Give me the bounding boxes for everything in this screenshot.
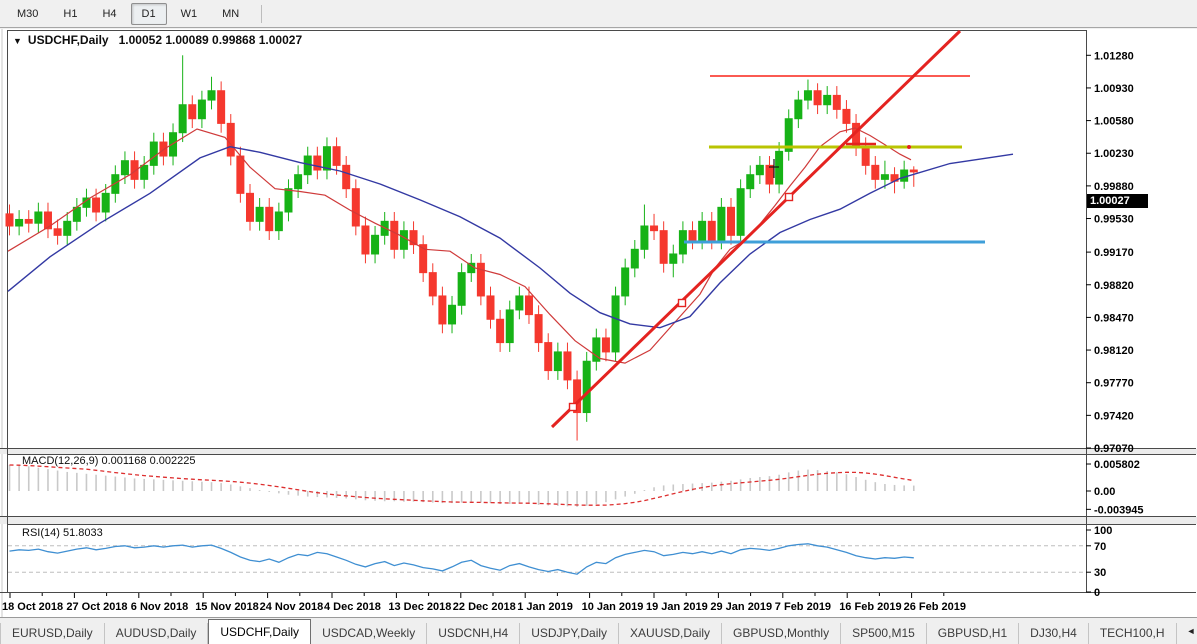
tab-gbpusd-h1[interactable]: GBPUSD,H1 [927,623,1019,644]
rsi-tick-label: 100 [1094,525,1112,537]
price-tick-label: 0.97770 [1094,378,1134,390]
price-tick-label: 0.99170 [1094,247,1134,259]
trendline-handle[interactable] [679,300,686,307]
timeframe-button-mn[interactable]: MN [211,3,250,25]
timeframe-button-h1[interactable]: H1 [52,3,88,25]
red-dot-marker [907,145,911,149]
price-tick-label: 0.98470 [1094,312,1134,324]
date-tick-label: 27 Oct 2018 [66,601,127,613]
trendline-handle[interactable] [570,404,577,411]
date-tick-label: 16 Feb 2019 [839,601,901,613]
price-tick-label: 1.00230 [1094,148,1134,160]
tab-usdcad-weekly[interactable]: USDCAD,Weekly [311,623,427,644]
date-tick-label: 22 Dec 2018 [453,601,516,613]
price-tick-label: 1.00580 [1094,116,1134,128]
date-tick-label: 10 Jan 2019 [582,601,644,613]
price-tick-label: 0.98120 [1094,345,1134,357]
date-tick-label: 26 Feb 2019 [904,601,966,613]
tab-gbpusd-monthly[interactable]: GBPUSD,Monthly [722,623,841,644]
candle [737,179,744,244]
candle [583,352,590,422]
price-tick-label: 0.99880 [1094,181,1134,193]
macd-tick-label: -0.003945 [1094,504,1144,516]
macd-tick-label: 0.00 [1094,486,1115,498]
rsi-tick-label: 0 [1094,587,1100,599]
chart-window[interactable]: 1.01280 1.00930 1.00580 1.00230 0.99880 0.995… [0,29,1197,617]
date-tick-label: 6 Nov 2018 [131,601,188,613]
tab-dj30-h4[interactable]: DJ30,H4 [1019,623,1089,644]
candle [612,287,619,362]
tabs-scroll-arrows: ◄ ► [1177,618,1197,644]
date-tick-label: 1 Jan 2019 [517,601,573,613]
price-tick-label: 0.97420 [1094,410,1134,422]
timeframe-button-m30[interactable]: M30 [6,3,49,25]
date-tick-label: 24 Nov 2018 [260,601,324,613]
trendline-handle[interactable] [786,194,793,201]
timeframe-button-w1[interactable]: W1 [170,3,209,25]
tab-usdjpy-daily[interactable]: USDJPY,Daily [520,623,619,644]
tab-usdcnh-h4[interactable]: USDCNH,H4 [427,623,520,644]
price-tick-label: 1.00930 [1094,83,1134,95]
macd-indicator-label: MACD(12,26,9) 0.001168 0.002225 [22,455,195,467]
date-tick-label: 13 Dec 2018 [388,601,451,613]
toolbar-divider [261,5,262,23]
chart-canvas[interactable]: 1.01280 1.00930 1.00580 1.00230 0.99880 0.995… [0,29,1197,618]
price-tick-label: 0.99530 [1094,214,1134,226]
timeframe-toolbar: M30H1H4D1W1MN [0,0,1197,28]
rsi-indicator-label: RSI(14) 51.8033 [22,527,103,539]
price-tick-label: 0.97070 [1094,443,1134,455]
timeframe-button-h4[interactable]: H4 [91,3,127,25]
date-tick-label: 29 Jan 2019 [710,601,772,613]
chart-title: ▼ USDCHF,Daily 1.00052 1.00089 0.99868 1.0… [13,33,302,47]
price-tick-label: 1.01280 [1094,50,1134,62]
tab-tech100-h[interactable]: TECH100,H [1089,623,1177,644]
tab-eurusd-daily[interactable]: EURUSD,Daily [1,623,105,644]
timeframe-button-d1[interactable]: D1 [131,3,167,25]
current-price-badge: 1.00027 [1087,194,1148,208]
date-tick-label: 15 Nov 2018 [195,601,259,613]
chart-title-symbol: USDCHF,Daily [28,33,109,47]
price-tick-label: 0.98820 [1094,280,1134,292]
date-tick-label: 4 Dec 2018 [324,601,381,613]
tab-xauusd-daily[interactable]: XAUUSD,Daily [619,623,722,644]
date-tick-label: 19 Jan 2019 [646,601,708,613]
timeframe-buttons: M30H1H4D1W1MN [6,3,253,25]
date-tick-label: 7 Feb 2019 [775,601,831,613]
chart-tabs-bar: EURUSD,DailyAUDUSD,DailyUSDCHF,DailyUSDC… [0,617,1197,644]
tabs-scroll-left-icon[interactable]: ◄ [1187,626,1196,636]
rsi-tick-label: 70 [1094,541,1106,553]
tab-sp500-m15[interactable]: SP500,M15 [841,623,927,644]
symbol-dropdown-icon[interactable]: ▼ [13,36,22,46]
tab-audusd-daily[interactable]: AUDUSD,Daily [105,623,209,644]
rsi-tick-label: 30 [1094,567,1106,579]
chart-tabs: EURUSD,DailyAUDUSD,DailyUSDCHF,DailyUSDC… [1,619,1177,644]
macd-tick-label: 0.005802 [1094,459,1140,471]
chart-title-ohlc: 1.00052 1.00089 0.99868 1.00027 [119,33,303,47]
tab-usdchf-daily[interactable]: USDCHF,Daily [208,619,311,644]
date-tick-label: 18 Oct 2018 [2,601,63,613]
